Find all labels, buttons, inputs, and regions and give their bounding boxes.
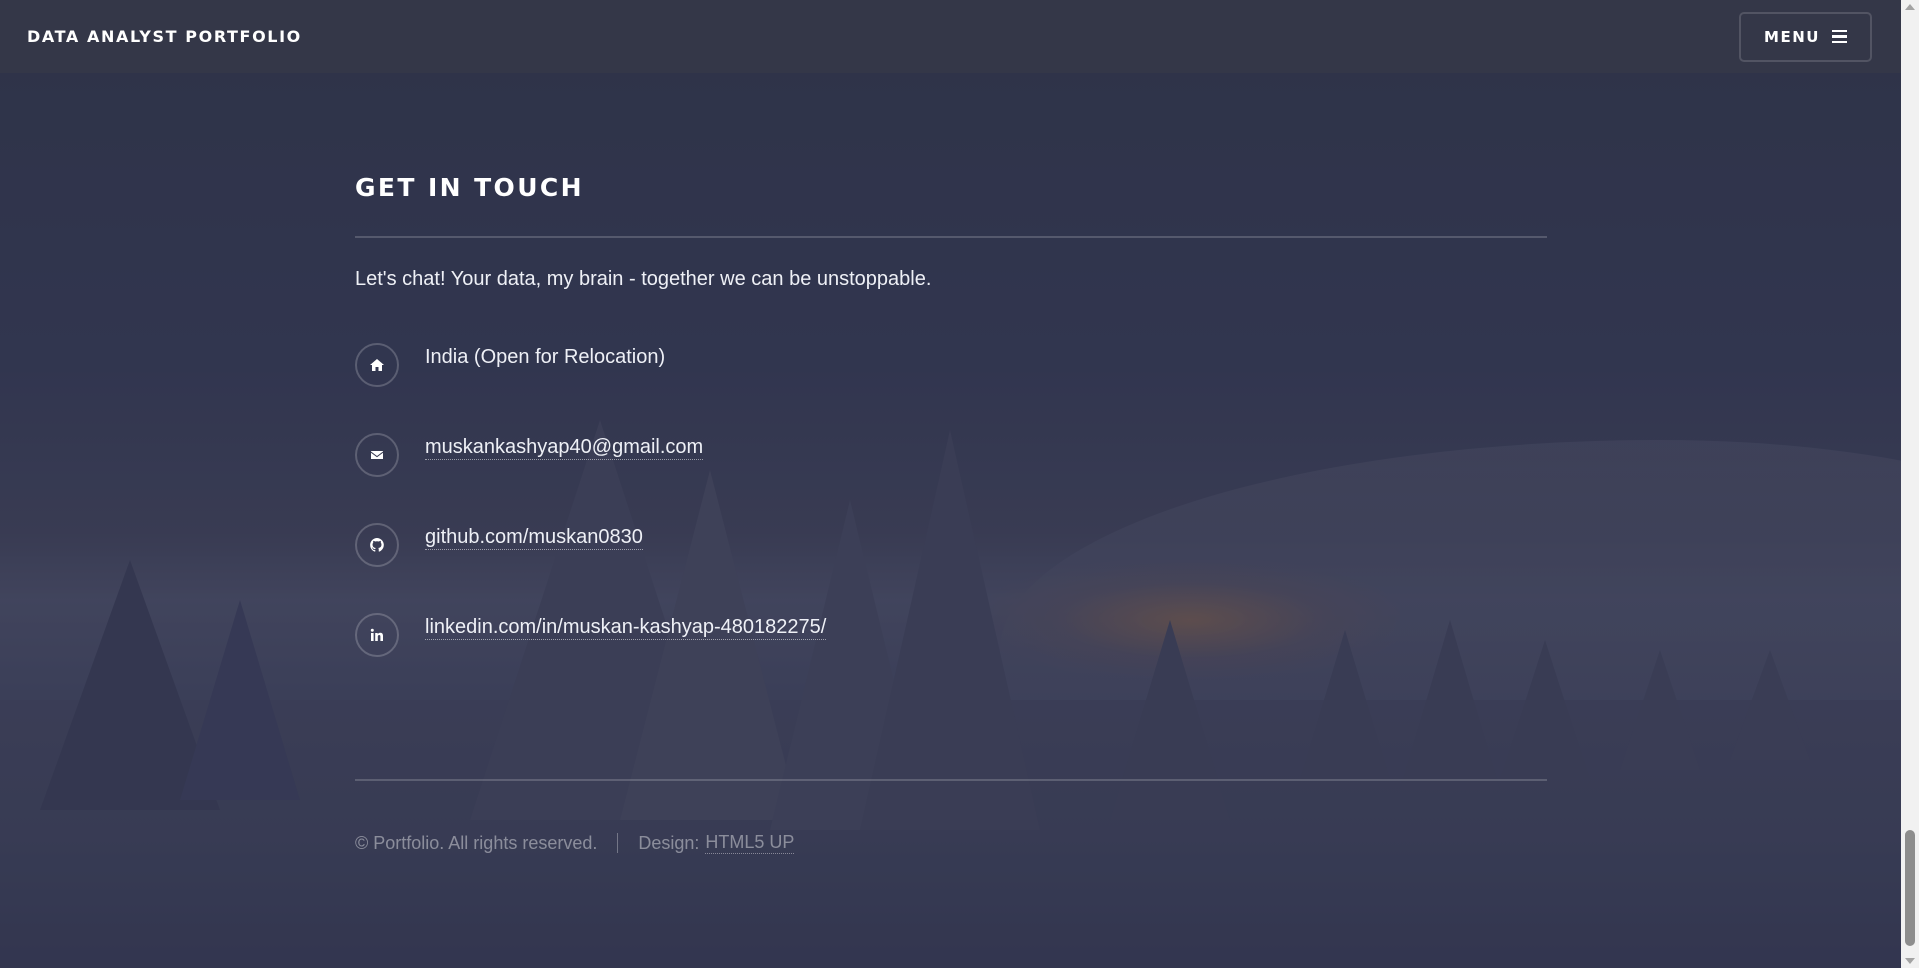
background-image (0, 0, 1901, 968)
contact-location: India (Open for Relocation) (355, 343, 665, 387)
github-icon (355, 523, 399, 567)
menu-label: MENU (1764, 27, 1820, 46)
design-label: Design: (638, 832, 700, 853)
section-title: GET IN TOUCH (355, 173, 584, 202)
site-header: DATA ANALYST PORTFOLIO MENU (0, 0, 1901, 73)
location-text: India (Open for Relocation) (425, 346, 666, 368)
contact-github: github.com/muskan0830 (355, 523, 643, 567)
copyright-text: © Portfolio. All rights reserved. (355, 832, 598, 853)
scrollbar-thumb[interactable] (1905, 830, 1915, 946)
footer-separator (617, 833, 619, 853)
contact-email: muskankashyap40@gmail.com (355, 433, 704, 477)
site-footer: © Portfolio. All rights reserved. Design… (355, 832, 795, 854)
scroll-up-arrow-icon[interactable] (1905, 4, 1915, 10)
linkedin-link[interactable]: linkedin.com/in/muskan-kashyap-480182275… (425, 616, 827, 640)
footer-divider (355, 779, 1547, 781)
github-link[interactable]: github.com/muskan0830 (425, 526, 643, 550)
hamburger-icon (1831, 29, 1847, 44)
email-link[interactable]: muskankashyap40@gmail.com (425, 436, 704, 460)
design-credit-link[interactable]: HTML5 UP (705, 832, 795, 854)
linkedin-icon (355, 613, 399, 657)
home-icon (355, 343, 399, 387)
background-overlay (0, 0, 1901, 968)
site-title[interactable]: DATA ANALYST PORTFOLIO (27, 27, 302, 46)
vertical-scrollbar[interactable] (1901, 0, 1919, 968)
section-intro: Let's chat! Your data, my brain - togeth… (355, 268, 932, 290)
scroll-down-arrow-icon[interactable] (1905, 958, 1915, 964)
menu-button[interactable]: MENU (1739, 11, 1872, 62)
envelope-icon (355, 433, 399, 477)
contact-linkedin: linkedin.com/in/muskan-kashyap-480182275… (355, 613, 827, 657)
section-divider (355, 236, 1547, 238)
